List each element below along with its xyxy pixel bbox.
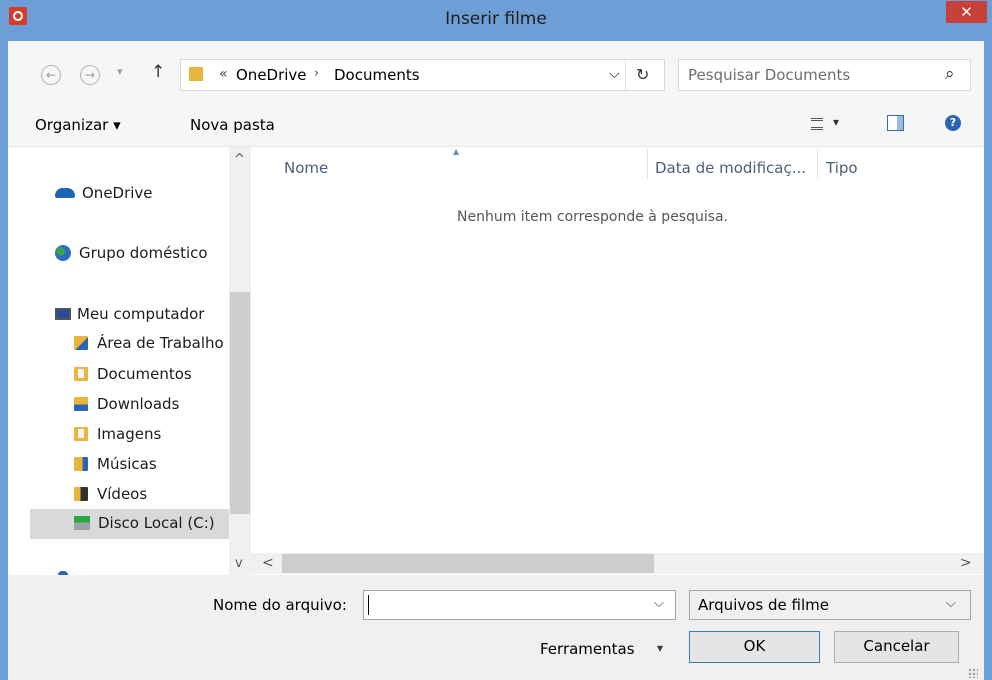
downloads-folder-icon [74, 397, 88, 411]
file-list[interactable]: Nome ▲ Data de modificaç... Tipo Nenhum … [251, 147, 984, 575]
navigation-pane[interactable]: OneDrive Grupo doméstico Meu computador … [8, 147, 251, 575]
overflow-chevron[interactable]: « [219, 66, 228, 82]
column-date-modified[interactable]: Data de modificaç... [655, 159, 806, 177]
ok-button[interactable]: OK [689, 631, 820, 663]
sidebar-scroll-thumb[interactable] [230, 292, 250, 514]
organize-button[interactable]: Organizar ▾ [35, 116, 121, 134]
column-name[interactable]: Nome [284, 159, 328, 177]
scroll-right-button[interactable]: > [960, 555, 972, 571]
desktop-folder-icon [74, 336, 88, 350]
forward-button[interactable]: → [80, 65, 100, 85]
column-divider[interactable] [817, 149, 818, 179]
sidebar-item-desktop[interactable]: Área de Trabalho [74, 334, 224, 352]
tools-dropdown-icon[interactable]: ▾ [657, 641, 663, 655]
text-caret [368, 595, 369, 615]
scroll-left-button[interactable]: < [262, 555, 274, 571]
homegroup-icon [55, 245, 71, 261]
onedrive-icon [55, 188, 75, 198]
hscroll-thumb[interactable] [282, 554, 654, 573]
sidebar-item-computer[interactable]: Meu computador [55, 305, 204, 323]
address-dropdown-icon[interactable]: ⌵ [609, 66, 620, 82]
videos-folder-icon [74, 487, 88, 501]
folder-icon [189, 67, 203, 81]
sidebar-scroll-up[interactable]: ^ [234, 152, 245, 167]
search-placeholder: Pesquisar Documents [688, 66, 851, 84]
address-bar[interactable]: « OneDrive › Documents ⌵ ↻ [180, 59, 665, 91]
view-options-button[interactable]: ▾ [833, 115, 839, 129]
cancel-button[interactable]: Cancelar [834, 631, 959, 663]
filetype-value: Arquivos de filme [698, 596, 829, 614]
music-folder-icon [74, 457, 88, 471]
close-button[interactable]: ✕ [946, 1, 987, 23]
sidebar-item-pictures[interactable]: Imagens [74, 425, 161, 443]
computer-icon [55, 308, 71, 320]
filename-dropdown-icon[interactable]: ⌵ [654, 596, 664, 611]
preview-pane-icon[interactable] [887, 115, 904, 131]
drive-icon [74, 516, 90, 530]
address-divider [625, 60, 626, 90]
filename-input[interactable]: ⌵ [363, 590, 676, 620]
breadcrumb-onedrive[interactable]: OneDrive [236, 66, 307, 84]
breadcrumb-separator[interactable]: › [314, 66, 319, 81]
sidebar-item-downloads[interactable]: Downloads [74, 395, 179, 413]
sidebar-item-music[interactable]: Músicas [74, 455, 157, 473]
help-icon[interactable]: ? [945, 115, 961, 131]
documents-folder-icon [74, 367, 88, 381]
new-folder-button[interactable]: Nova pasta [190, 116, 275, 134]
column-divider[interactable] [647, 149, 648, 179]
sidebar-item-homegroup[interactable]: Grupo doméstico [55, 244, 208, 262]
sidebar-item-documents[interactable]: Documentos [74, 365, 192, 383]
up-button[interactable]: ↑ [151, 62, 165, 82]
empty-message: Nenhum item corresponde à pesquisa. [457, 209, 729, 225]
resize-grip[interactable] [968, 668, 978, 678]
sort-ascending-icon: ▲ [453, 147, 460, 156]
search-icon[interactable]: ⌕ [945, 64, 955, 84]
breadcrumb-documents[interactable]: Documents [334, 66, 420, 84]
refresh-icon[interactable]: ↻ [636, 65, 649, 84]
title-bar: Inserir filme ✕ [0, 0, 992, 40]
column-type[interactable]: Tipo [826, 159, 858, 177]
filetype-select[interactable]: Arquivos de filme ⌵ [689, 590, 971, 620]
sidebar-item-local-disk[interactable]: Disco Local (C:) [74, 514, 215, 532]
search-input[interactable]: Pesquisar Documents ⌕ [678, 59, 971, 91]
sidebar-item-onedrive[interactable]: OneDrive [55, 184, 153, 202]
command-bar: Organizar ▾ Nova pasta ▾ ? [8, 104, 984, 147]
view-details-icon[interactable] [811, 118, 823, 130]
dialog-title: Inserir filme [445, 9, 547, 29]
filetype-dropdown-icon[interactable]: ⌵ [946, 596, 956, 611]
back-button[interactable]: ← [41, 65, 61, 85]
pictures-folder-icon [74, 427, 88, 441]
sidebar-item-videos[interactable]: Vídeos [74, 485, 147, 503]
filename-label: Nome do arquivo: [213, 596, 347, 614]
sidebar-scroll-down[interactable]: v [235, 556, 243, 571]
tools-button[interactable]: Ferramentas [540, 640, 635, 658]
recent-locations-button[interactable]: ▾ [117, 65, 123, 78]
